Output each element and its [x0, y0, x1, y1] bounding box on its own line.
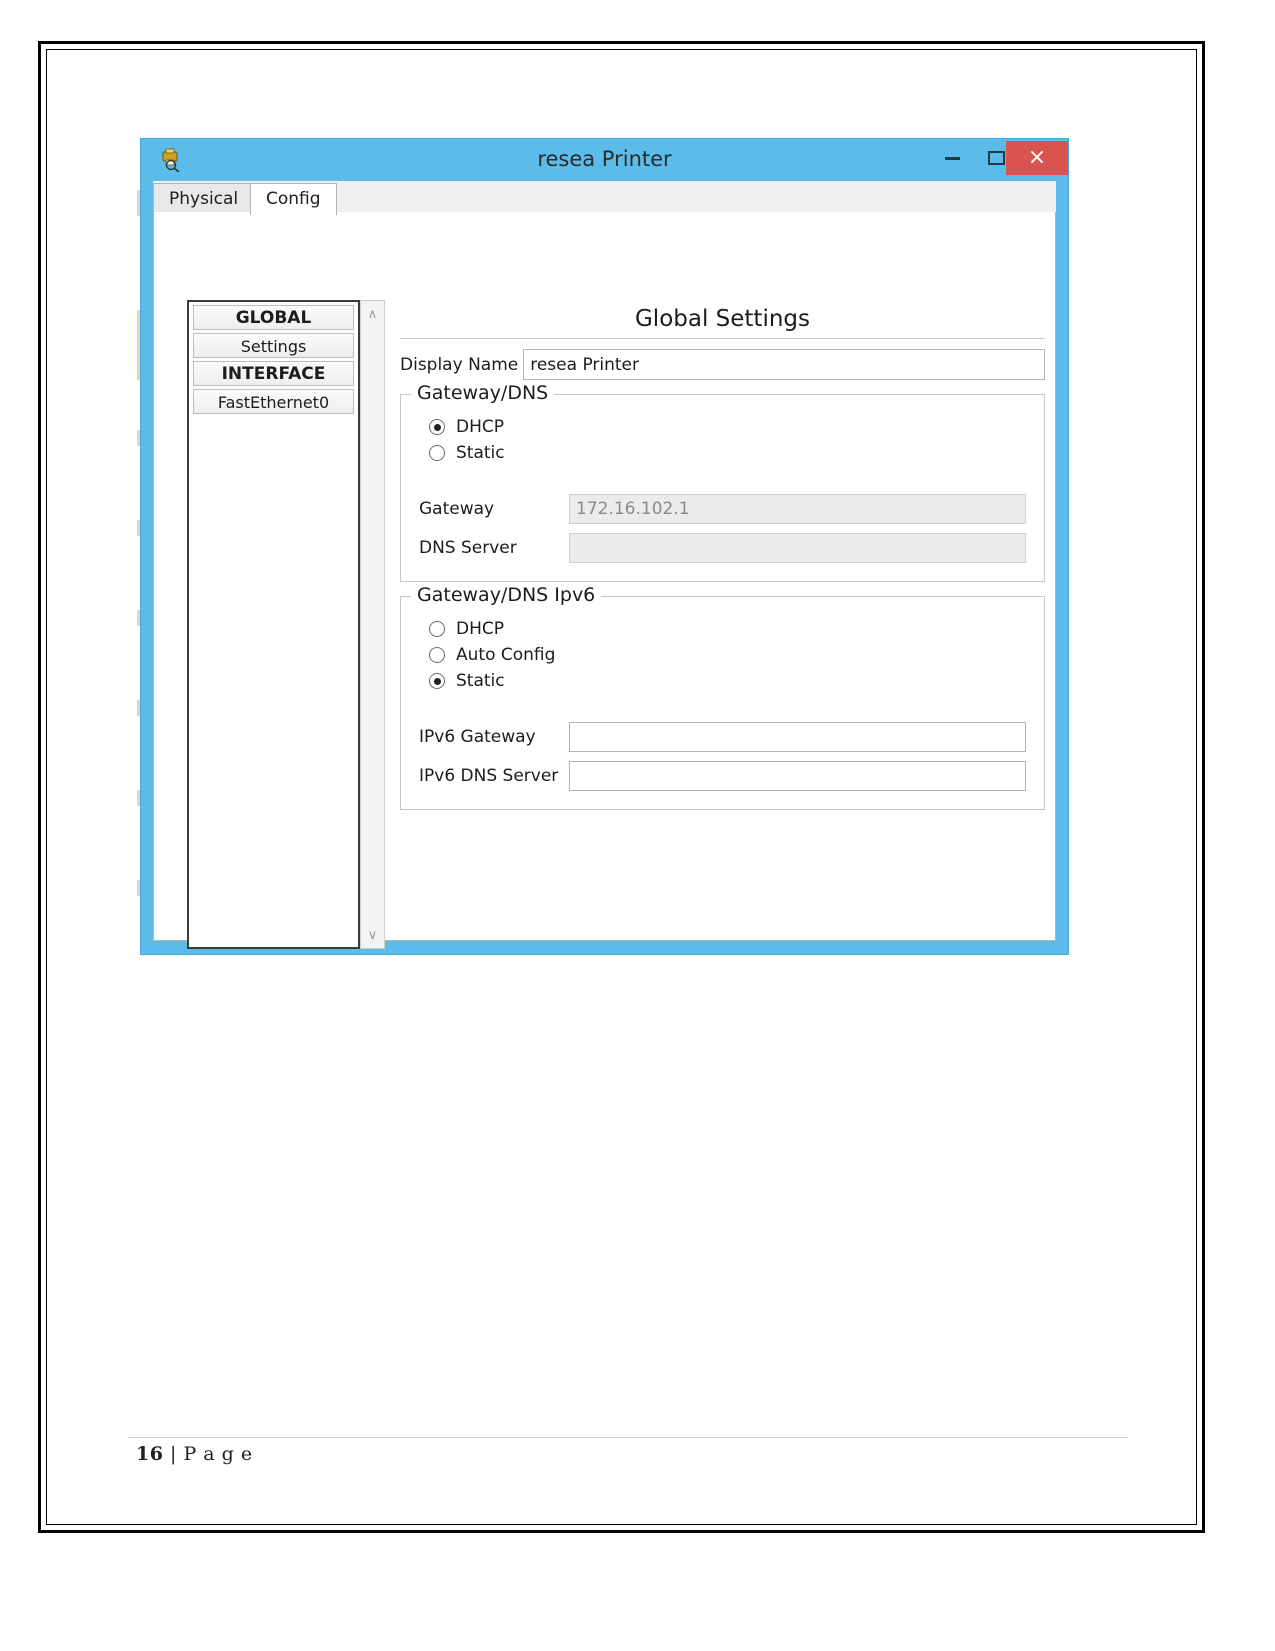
ipv6-dns-server-input[interactable]	[569, 761, 1026, 791]
ipv6-dhcp-option[interactable]: DHCP	[429, 619, 1026, 639]
footer-divider	[128, 1437, 1128, 1438]
device-config-window: resea Printer × Physical Config GLOBAL S…	[141, 139, 1068, 954]
gateway-dhcp-option[interactable]: DHCP	[429, 417, 1026, 437]
dns-server-label: DNS Server	[419, 538, 517, 558]
gateway-label: Gateway	[419, 499, 495, 519]
gateway-dns-group: Gateway/DNS DHCP Static Gateway 172.16.1…	[400, 382, 1045, 582]
ipv6-static-label: Static	[456, 671, 505, 691]
ipv6-static-option[interactable]: Static	[429, 671, 1026, 691]
config-tree-scrollbar[interactable]: ∧ ∨	[360, 300, 385, 949]
tree-item-fastethernet0[interactable]: FastEthernet0	[193, 389, 354, 414]
footer-separator: |	[170, 1443, 177, 1465]
gateway-field-row: Gateway	[419, 494, 1026, 524]
gateway-input[interactable]	[569, 494, 1026, 524]
maximize-icon	[987, 151, 1005, 165]
global-settings-panel: Global Settings Display Name Gateway/DNS…	[400, 300, 1045, 949]
tree-item-interface[interactable]: INTERFACE	[193, 361, 354, 386]
tree-item-settings[interactable]: Settings	[193, 333, 354, 358]
gateway-static-label: Static	[456, 443, 505, 463]
page-footer: 16 | P a g e	[136, 1443, 253, 1465]
window-titlebar: resea Printer ×	[141, 139, 1068, 181]
radio-ipv6-dhcp-icon[interactable]	[429, 621, 445, 637]
tree-item-global[interactable]: GLOBAL	[193, 305, 354, 330]
close-icon: ×	[1027, 145, 1047, 170]
dns-server-input[interactable]	[569, 533, 1026, 563]
scroll-down-icon[interactable]: ∨	[361, 924, 384, 946]
tab-physical[interactable]: Physical	[153, 183, 255, 213]
ipv6-auto-config-option[interactable]: Auto Config	[429, 645, 1026, 665]
display-name-label: Display Name	[400, 354, 519, 375]
ipv6-gateway-label: IPv6 Gateway	[419, 727, 536, 747]
dialog-body: GLOBAL Settings INTERFACE FastEthernet0 …	[153, 212, 1056, 949]
title-divider	[400, 338, 1045, 339]
radio-ipv6-auto-config-icon[interactable]	[429, 647, 445, 663]
panel-title: Global Settings	[634, 306, 810, 332]
gateway-dns-legend: Gateway/DNS	[411, 382, 555, 404]
window-title: resea Printer	[537, 147, 672, 171]
footer-page-number: 16	[136, 1443, 164, 1465]
gateway-dhcp-label: DHCP	[456, 417, 504, 437]
minimize-icon	[944, 156, 960, 160]
radio-ipv6-static-icon[interactable]	[429, 673, 445, 689]
footer-page-word: P a g e	[183, 1443, 253, 1465]
gateway-dns-ipv6-legend: Gateway/DNS Ipv6	[411, 584, 602, 606]
ipv6-auto-config-label: Auto Config	[456, 645, 556, 665]
scroll-up-icon[interactable]: ∧	[361, 303, 384, 325]
ipv6-gateway-field-row: IPv6 Gateway	[419, 722, 1026, 752]
config-tree-panel: GLOBAL Settings INTERFACE FastEthernet0	[187, 300, 360, 949]
ipv6-dns-server-field-row: IPv6 DNS Server	[419, 761, 1026, 791]
ipv6-dhcp-label: DHCP	[456, 619, 504, 639]
document-page: resea Printer × Physical Config GLOBAL S…	[0, 0, 1275, 1651]
minimize-button[interactable]	[932, 141, 972, 175]
ipv6-dns-server-label: IPv6 DNS Server	[419, 766, 559, 786]
close-button[interactable]: ×	[1006, 141, 1068, 175]
tab-config[interactable]: Config	[250, 183, 337, 215]
tab-strip: Physical Config	[153, 181, 1056, 215]
display-name-row: Display Name	[400, 349, 1045, 380]
dns-server-field-row: DNS Server	[419, 533, 1026, 563]
ipv6-gateway-input[interactable]	[569, 722, 1026, 752]
radio-gateway-static-icon[interactable]	[429, 445, 445, 461]
gateway-static-option[interactable]: Static	[429, 443, 1026, 463]
display-name-input[interactable]	[523, 349, 1045, 380]
gateway-dns-ipv6-group: Gateway/DNS Ipv6 DHCP Auto Config Static	[400, 584, 1045, 810]
radio-gateway-dhcp-icon[interactable]	[429, 419, 445, 435]
